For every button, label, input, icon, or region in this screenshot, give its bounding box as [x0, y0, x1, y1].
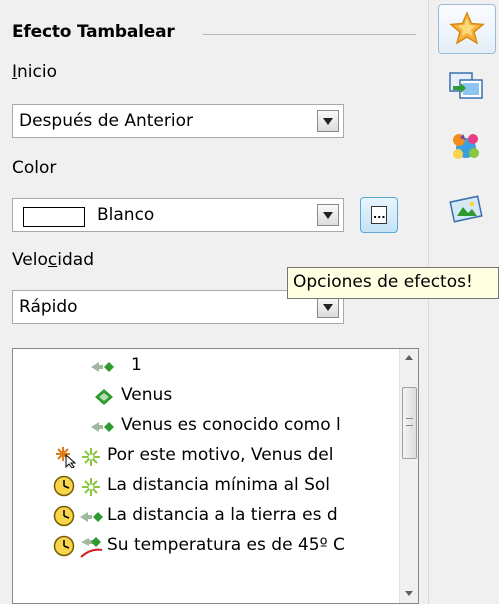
scroll-thumb[interactable] — [402, 387, 417, 459]
group-diamond-icon — [95, 389, 113, 405]
list-item[interactable]: 1 — [13, 351, 399, 381]
list-item[interactable]: La distancia a la tierra es d — [13, 501, 399, 531]
tab-gallery[interactable] — [441, 122, 491, 168]
scroll-up-icon[interactable] — [400, 349, 418, 367]
color-swatch — [23, 207, 85, 227]
color-value: Blanco — [97, 205, 155, 225]
gallery-icon — [453, 134, 479, 159]
on-click-icon — [56, 447, 77, 468]
emphasis-arrow-icon — [91, 422, 114, 432]
list-item[interactable]: Venus — [13, 381, 399, 411]
start-label: Inicio — [12, 62, 57, 82]
tab-custom-animation[interactable] — [438, 4, 496, 54]
chevron-down-icon[interactable] — [317, 110, 339, 132]
navigator-icon — [449, 195, 483, 223]
speed-value: Rápido — [19, 297, 78, 317]
emphasis-arrow-icon — [91, 362, 114, 372]
list-item[interactable]: La distancia mínima al Sol — [13, 471, 399, 501]
animation-panel: Efecto Tambalear Inicio Después de Anter… — [0, 0, 428, 604]
color-dropdown[interactable]: Blanco — [12, 198, 344, 232]
start-dropdown[interactable]: Después de Anterior — [12, 104, 344, 138]
entrance-sparkle-icon — [82, 478, 100, 496]
custom-animation-icon — [449, 11, 485, 45]
tab-navigator[interactable] — [441, 186, 491, 232]
clock-icon — [53, 505, 75, 527]
slide-transition-icon — [449, 72, 483, 99]
clock-icon — [53, 475, 75, 497]
effect-options-tooltip: Opciones de efectos! — [287, 267, 499, 299]
list-item[interactable]: Por este motivo, Venus del — [13, 441, 399, 471]
color-label: Color — [12, 158, 57, 178]
animation-list[interactable]: 1 Venus Venus es conocido como l Por est… — [12, 348, 419, 604]
list-item[interactable]: Venus es conocido como l — [13, 411, 399, 441]
chevron-down-icon[interactable] — [317, 204, 339, 226]
list-scrollbar[interactable] — [399, 349, 418, 603]
start-value: Después de Anterior — [19, 111, 193, 131]
section-title: Efecto Tambalear — [12, 22, 175, 42]
motion-path-icon — [80, 537, 103, 558]
emphasis-arrow-icon — [80, 512, 103, 522]
entrance-sparkle-icon — [82, 448, 100, 466]
speed-label: Velocidad — [12, 250, 94, 270]
tab-slide-transition[interactable] — [441, 62, 491, 108]
section-divider — [203, 34, 416, 35]
clock-icon — [53, 535, 75, 557]
scroll-down-icon[interactable] — [400, 585, 418, 603]
list-item[interactable]: Su temperatura es de 45º C — [13, 531, 399, 561]
chevron-down-icon[interactable] — [317, 296, 339, 318]
options-dialog-icon — [371, 206, 387, 224]
effect-options-button[interactable] — [360, 197, 398, 233]
